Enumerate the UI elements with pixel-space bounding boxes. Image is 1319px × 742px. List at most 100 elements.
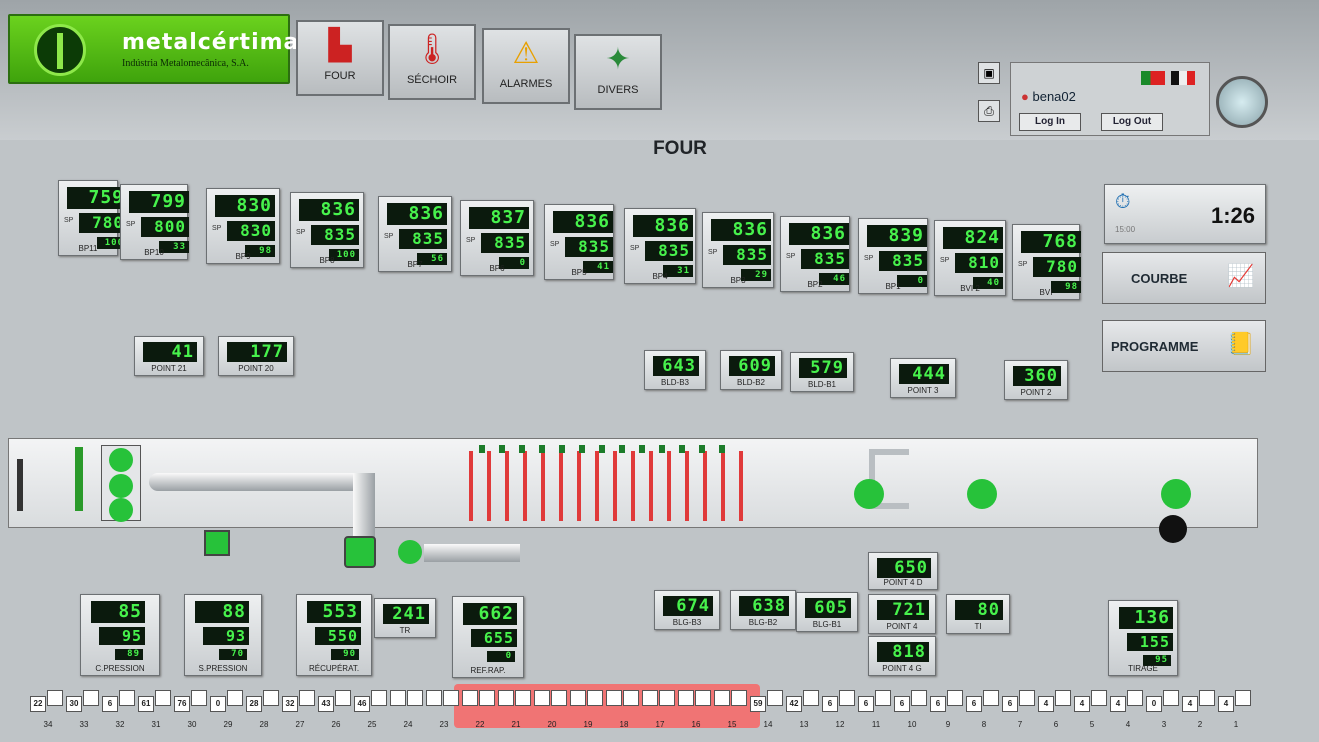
cart-slot[interactable]: 6	[822, 696, 838, 712]
cart-slot-empty[interactable]	[227, 690, 243, 706]
nav-sechoir-button[interactable]: 🌡 SÉCHOIR	[388, 24, 476, 100]
cart-slot[interactable]	[534, 690, 550, 706]
cart-slot[interactable]: 6	[930, 696, 946, 712]
cart-slot[interactable]: 4	[1110, 696, 1126, 712]
belgium-flag-icon[interactable]	[1171, 71, 1195, 85]
cart-slot[interactable]: 4	[1038, 696, 1054, 712]
cart-slot-empty[interactable]	[335, 690, 351, 706]
cart-slot-empty[interactable]	[47, 690, 63, 706]
cart-slot-empty[interactable]	[875, 690, 891, 706]
cart-slot-empty[interactable]	[515, 690, 531, 706]
cart-slot-empty[interactable]	[947, 690, 963, 706]
courbe-button[interactable]: COURBE 📈	[1102, 252, 1266, 304]
cart-slot[interactable]: 43	[318, 696, 334, 712]
cart-slot-empty[interactable]	[1163, 690, 1179, 706]
cart-slot-empty[interactable]	[623, 690, 639, 706]
controller-sp[interactable]: 95	[99, 627, 145, 645]
cart-slot-empty[interactable]	[479, 690, 495, 706]
cart-slot-empty[interactable]	[299, 690, 315, 706]
print-button[interactable]: ⎙	[978, 100, 1000, 122]
zone-sp[interactable]: 810	[955, 253, 1003, 273]
cart-slot[interactable]	[498, 690, 514, 706]
cart-slot-empty[interactable]	[839, 690, 855, 706]
cart-slot[interactable]: 32	[282, 696, 298, 712]
save-button[interactable]: ▣	[978, 62, 1000, 84]
cart-slot-empty[interactable]	[695, 690, 711, 706]
cart-slot-empty[interactable]	[551, 690, 567, 706]
point-value: 650	[877, 558, 931, 578]
cart-slot[interactable]	[642, 690, 658, 706]
zone-sp[interactable]: 835	[879, 251, 927, 271]
controller-sp[interactable]: 155	[1127, 633, 1173, 651]
cart-slot-empty[interactable]	[263, 690, 279, 706]
cart-slot[interactable]: 22	[30, 696, 46, 712]
cart-slot-empty[interactable]	[83, 690, 99, 706]
controller-sp[interactable]: 655	[471, 629, 517, 647]
zone-sp[interactable]: 830	[227, 221, 275, 241]
cart-slot-empty[interactable]	[119, 690, 135, 706]
controller-sp[interactable]: 93	[203, 627, 249, 645]
cart-slot-empty[interactable]	[371, 690, 387, 706]
cart-slot[interactable]: 46	[354, 696, 370, 712]
zone-sp[interactable]: 835	[723, 245, 771, 265]
cart-slot[interactable]: 0	[1146, 696, 1162, 712]
zone-sp[interactable]: 835	[311, 225, 359, 245]
cart-slot-empty[interactable]	[803, 690, 819, 706]
cart-slot[interactable]	[390, 690, 406, 706]
cart-slot[interactable]: 4	[1182, 696, 1198, 712]
cart-slot[interactable]: 59	[750, 696, 766, 712]
cart-slot-empty[interactable]	[407, 690, 423, 706]
cart-slot-empty[interactable]	[911, 690, 927, 706]
cart-slot[interactable]	[714, 690, 730, 706]
cart-slot[interactable]: 30	[66, 696, 82, 712]
zone-sp[interactable]: 835	[399, 229, 447, 249]
cart-slot-empty[interactable]	[983, 690, 999, 706]
cart-slot[interactable]	[606, 690, 622, 706]
cart-slot-empty[interactable]	[443, 690, 459, 706]
cart-slot-empty[interactable]	[191, 690, 207, 706]
cart-slot[interactable]: 4	[1074, 696, 1090, 712]
cart-slot[interactable]: 6	[966, 696, 982, 712]
zone-sp[interactable]: 835	[565, 237, 613, 257]
cart-slot-empty[interactable]	[1127, 690, 1143, 706]
cart-group: 61	[138, 690, 174, 712]
zone-sp[interactable]: 780	[1033, 257, 1081, 277]
cart-slot[interactable]: 76	[174, 696, 190, 712]
cart-slot[interactable]: 61	[138, 696, 154, 712]
cart-slot[interactable]: 6	[102, 696, 118, 712]
cart-slot-empty[interactable]	[587, 690, 603, 706]
controller-sp[interactable]: 550	[315, 627, 361, 645]
cart-slot[interactable]	[462, 690, 478, 706]
cart-slot[interactable]	[570, 690, 586, 706]
cart-slot[interactable]: 6	[1002, 696, 1018, 712]
cart-slot[interactable]: 42	[786, 696, 802, 712]
cart-slot-empty[interactable]	[1019, 690, 1035, 706]
cart-slot[interactable]: 6	[894, 696, 910, 712]
cart-slot[interactable]: 28	[246, 696, 262, 712]
cart-slot[interactable]	[426, 690, 442, 706]
cart-slot-empty[interactable]	[1055, 690, 1071, 706]
zone-sp[interactable]: 800	[141, 217, 189, 237]
login-button[interactable]: Log In	[1019, 113, 1081, 131]
cart-slot[interactable]: 4	[1218, 696, 1234, 712]
zone-sp[interactable]: 835	[481, 233, 529, 253]
cart-slot-empty[interactable]	[1199, 690, 1215, 706]
portugal-flag-icon[interactable]	[1141, 71, 1165, 85]
cart-slot-empty[interactable]	[731, 690, 747, 706]
zone-sp[interactable]: 835	[645, 241, 693, 261]
cart-slot[interactable]: 0	[210, 696, 226, 712]
cart-slot-empty[interactable]	[767, 690, 783, 706]
cart-slot-empty[interactable]	[1235, 690, 1251, 706]
cart-slot[interactable]: 6	[858, 696, 874, 712]
cart-slot[interactable]	[678, 690, 694, 706]
zone-sp[interactable]: 835	[801, 249, 849, 269]
nav-four-button[interactable]: ▙ FOUR	[296, 20, 384, 96]
nav-divers-button[interactable]: ✦ DIVERS	[574, 34, 662, 110]
logout-button[interactable]: Log Out	[1101, 113, 1163, 131]
nav-alarmes-button[interactable]: ⚠ ALARMES	[482, 28, 570, 104]
cart-position: 5	[1089, 720, 1095, 729]
programme-button[interactable]: PROGRAMME 📒	[1102, 320, 1266, 372]
cart-slot-empty[interactable]	[1091, 690, 1107, 706]
cart-slot-empty[interactable]	[659, 690, 675, 706]
cart-slot-empty[interactable]	[155, 690, 171, 706]
